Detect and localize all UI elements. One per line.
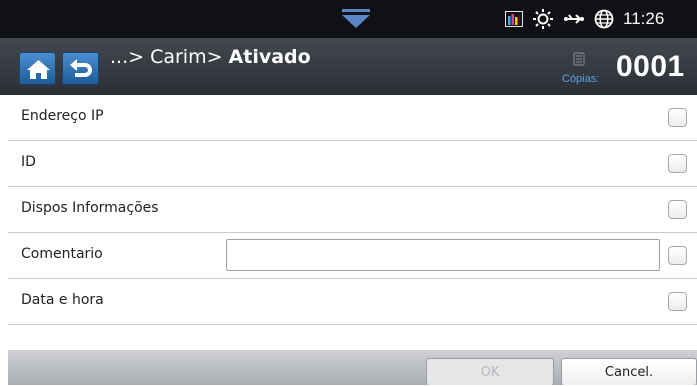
breadcrumb: ...> Carim> Ativado [110,46,311,68]
checkbox[interactable] [668,292,687,311]
list-item-id[interactable]: ID [8,141,697,187]
option-list: Endereço IP ID Dispos Informações Coment… [8,95,697,353]
list-item-label: Data e hora [21,292,104,308]
clock: 11:26 [623,9,665,28]
back-button[interactable] [62,52,99,85]
list-item-data-e-hora[interactable]: Data e hora [8,279,697,325]
checkbox[interactable] [668,154,687,173]
home-icon [27,60,50,79]
ok-button[interactable]: OK [426,358,554,385]
copies-icon [573,52,585,66]
list-item-endereco-ip[interactable]: Endereço IP [8,95,697,141]
checkbox[interactable] [668,108,687,127]
list-item-label: Comentario [21,246,103,262]
status-icons: 11:26 [505,7,664,31]
network-icon [564,14,584,24]
header-bar: ...> Carim> Ativado [0,38,697,95]
footer-bar: OK Cancel. [8,350,697,385]
home-button[interactable] [19,52,56,85]
copies-count[interactable]: 0001 [616,50,685,84]
list-item-label: Endereço IP [21,108,104,124]
checkbox[interactable] [668,246,687,265]
checkbox[interactable] [668,200,687,219]
brightness-icon [533,9,553,29]
comment-input[interactable] [226,239,660,271]
list-empty-row [8,325,697,353]
back-arrow-icon [70,59,92,77]
list-item-label: ID [21,154,36,170]
cancel-button[interactable]: Cancel. [561,358,697,385]
breadcrumb-path: ...> Carim> [110,46,229,68]
list-item-label: Dispos Informações [21,200,159,216]
status-bar: 11:26 [0,0,697,38]
notification-pulldown-icon[interactable] [340,8,372,30]
copies-label: Cópias: [562,73,600,85]
list-item-dispos-informacoes[interactable]: Dispos Informações [8,187,697,233]
toner-level-icon [505,11,523,27]
breadcrumb-current: Ativado [228,46,311,68]
globe-icon [594,9,614,29]
list-item-comentario[interactable]: Comentario [8,233,697,279]
